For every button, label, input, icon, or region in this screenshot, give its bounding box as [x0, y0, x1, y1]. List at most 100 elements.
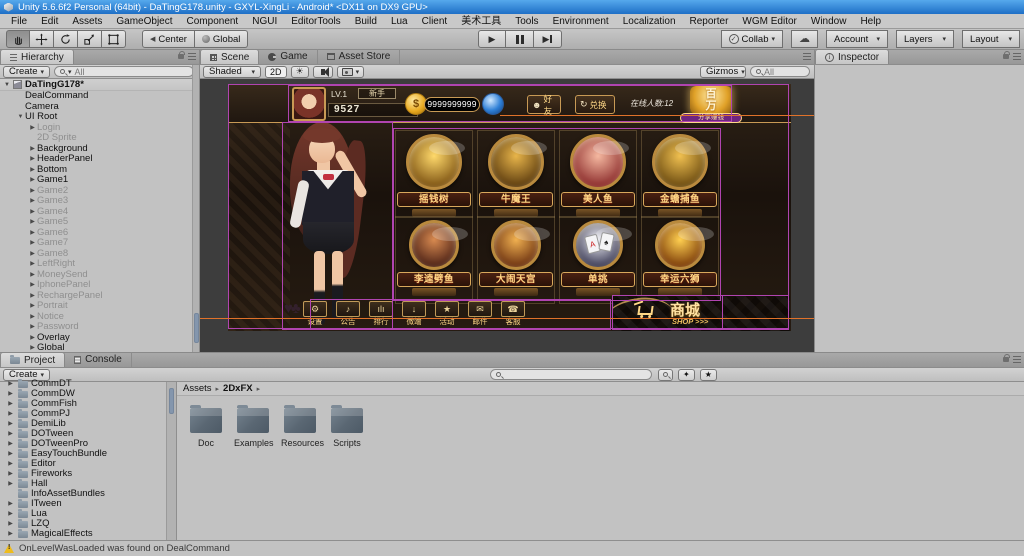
hierarchy-item[interactable]: ▶Portrait	[0, 301, 192, 312]
project-folder-item[interactable]: ▶DemiLib	[0, 419, 166, 429]
account-dropdown[interactable]: Account▾	[826, 30, 888, 48]
status-bar[interactable]: OnLevelWasLoaded was found on DealComman…	[0, 540, 1024, 556]
million-bonus-badge[interactable]: 百万	[690, 86, 732, 114]
expander-icon[interactable]: ▶	[28, 175, 37, 186]
menu-item-1[interactable]: Edit	[34, 14, 65, 29]
project-folder-item[interactable]: ▶MagicalEffects	[0, 529, 166, 539]
menu-item-13[interactable]: Localization	[616, 14, 683, 29]
shop-button[interactable]: 商城 SHOP >>>	[612, 296, 790, 331]
shading-mode-dropdown[interactable]: Shaded▾	[203, 66, 261, 78]
tab-asset-store[interactable]: Asset Store	[318, 49, 401, 64]
expander-icon[interactable]: ▶	[28, 217, 37, 228]
expander-icon[interactable]: ▶	[28, 270, 37, 281]
menu-item-17[interactable]: Help	[853, 14, 888, 29]
scene-canvas[interactable]: LV.1 新手 9527 $ 9999999999 ☻ 好友 ↻ 兑换	[200, 79, 814, 352]
search-by-type-button[interactable]	[658, 369, 673, 381]
project-folder-item[interactable]: ▶ITween	[0, 499, 166, 509]
asset-folder[interactable]: Scripts	[328, 408, 366, 540]
layout-dropdown[interactable]: Layout▾	[962, 30, 1020, 48]
panel-menu-icon[interactable]	[188, 53, 196, 60]
hierarchy-item[interactable]: ▶Global	[0, 343, 192, 352]
expander-icon[interactable]: ▶	[28, 280, 37, 291]
move-tool-button[interactable]	[30, 30, 54, 48]
expander-icon[interactable]: ▶	[6, 469, 15, 479]
project-search-input[interactable]	[490, 369, 652, 380]
expander-icon[interactable]: ▶	[28, 238, 37, 249]
exchange-button[interactable]: ↻ 兑换	[575, 95, 615, 114]
expander-icon[interactable]: ▶	[28, 154, 37, 165]
expander-icon[interactable]: ▶	[28, 196, 37, 207]
hierarchy-search-input[interactable]: ▾ All	[54, 66, 194, 77]
expander-icon[interactable]: ▶	[6, 409, 15, 419]
tab-inspector[interactable]: i Inspector	[815, 49, 889, 64]
lock-icon[interactable]	[178, 54, 184, 59]
hierarchy-item[interactable]: DealCommand	[0, 91, 192, 102]
hierarchy-item[interactable]: ▶Game1	[0, 175, 192, 186]
menu-item-0[interactable]: File	[4, 14, 34, 29]
panel-menu-icon[interactable]	[803, 53, 811, 60]
2d-toggle-button[interactable]: 2D	[265, 66, 287, 78]
tab-hierarchy[interactable]: Hierarchy	[0, 50, 74, 64]
player-avatar[interactable]	[292, 87, 326, 121]
hierarchy-scene-row[interactable]: ▼ DaTingG178*	[0, 79, 192, 91]
scale-tool-button[interactable]	[78, 30, 102, 48]
hierarchy-item[interactable]: ▶IphonePanel	[0, 280, 192, 291]
scene-lighting-toggle[interactable]: ☀	[291, 66, 309, 78]
tab-game[interactable]: Game	[259, 49, 317, 64]
game-tile[interactable]: A♠单挑	[559, 220, 637, 308]
expander-icon[interactable]: ▶	[28, 249, 37, 260]
lobby-button[interactable]: ılı排行	[368, 301, 394, 326]
expander-icon[interactable]: ▶	[6, 379, 15, 389]
hierarchy-item[interactable]: ▶Game2	[0, 186, 192, 197]
menu-item-12[interactable]: Environment	[546, 14, 616, 29]
step-button[interactable]: ▶	[534, 30, 562, 48]
hierarchy-item[interactable]: 2D Sprite	[0, 133, 192, 144]
project-folder-item[interactable]: ▶Fireworks	[0, 469, 166, 479]
menu-item-7[interactable]: Build	[348, 14, 384, 29]
game-tile[interactable]: 美人鱼	[559, 134, 637, 222]
tab-console[interactable]: Console	[65, 352, 132, 367]
lobby-button[interactable]: ↓微端	[401, 301, 427, 326]
scrollbar-thumb[interactable]	[194, 313, 199, 343]
tab-project[interactable]: Project	[0, 352, 65, 367]
hierarchy-item[interactable]: ▶Game6	[0, 228, 192, 239]
tab-scene[interactable]: Scene	[200, 49, 259, 64]
project-folder-item[interactable]: ▶CommDW	[0, 389, 166, 399]
expander-icon[interactable]: ▶	[28, 333, 37, 344]
space-toggle-button[interactable]: Global	[195, 30, 248, 48]
expander-icon[interactable]: ▶	[6, 439, 15, 449]
hierarchy-item[interactable]: ▶RechargePanel	[0, 291, 192, 302]
rect-tool-button[interactable]	[102, 30, 126, 48]
game-tile[interactable]: 金蟾捕鱼	[641, 134, 719, 222]
expander-icon[interactable]: ▶	[6, 459, 15, 469]
scene-search-input[interactable]: All	[750, 66, 810, 77]
expander-icon[interactable]: ▶	[6, 479, 15, 489]
menu-item-16[interactable]: Window	[804, 14, 854, 29]
project-folder-item[interactable]: ▶CommFish	[0, 399, 166, 409]
hierarchy-item[interactable]: ▶HeaderPanel	[0, 154, 192, 165]
hierarchy-item[interactable]: ▶Overlay	[0, 333, 192, 344]
expander-icon[interactable]: ▶	[28, 186, 37, 197]
panel-menu-icon[interactable]	[1013, 53, 1021, 60]
scene-audio-toggle[interactable]	[313, 66, 333, 78]
game-tile[interactable]: 幸运六狮	[641, 220, 719, 308]
lobby-button[interactable]: ♪公告	[335, 301, 361, 326]
project-folder-item[interactable]: ▶Editor	[0, 459, 166, 469]
menu-item-5[interactable]: NGUI	[245, 14, 284, 29]
expander-icon[interactable]: ▶	[28, 322, 37, 333]
project-folder-item[interactable]: ▶Lua	[0, 509, 166, 519]
expander-icon[interactable]: ▶	[6, 449, 15, 459]
expander-icon[interactable]: ▼	[16, 112, 25, 123]
hierarchy-item[interactable]: ▶LeftRight	[0, 259, 192, 270]
project-folder-item[interactable]: ▶CommDT	[0, 379, 166, 389]
menu-item-14[interactable]: Reporter	[683, 14, 736, 29]
menu-item-2[interactable]: Assets	[65, 14, 109, 29]
panel-menu-icon[interactable]	[1013, 356, 1021, 363]
expander-icon[interactable]: ▶	[28, 291, 37, 302]
favorites-star-button[interactable]: ★	[700, 369, 717, 381]
rotate-tool-button[interactable]	[54, 30, 78, 48]
pivot-toggle-button[interactable]: ◀ Center	[142, 30, 195, 48]
hierarchy-item[interactable]: ▶Game5	[0, 217, 192, 228]
expander-icon[interactable]: ▶	[28, 312, 37, 323]
collab-button[interactable]: ✓ Collab▾	[721, 30, 783, 48]
